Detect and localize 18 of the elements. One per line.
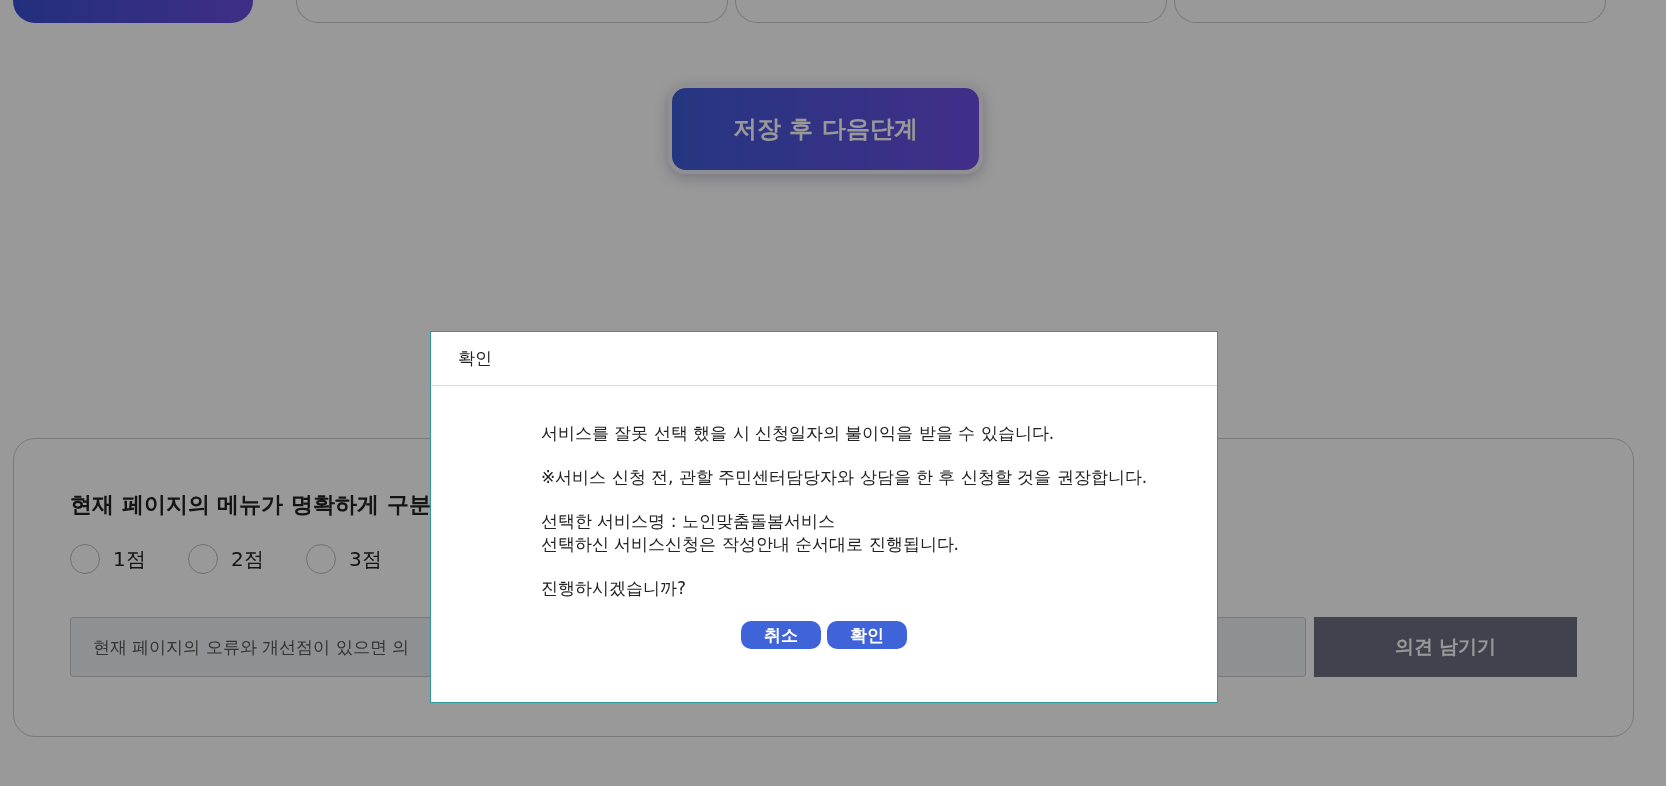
dialog-message: 진행하시겠습니까? — [541, 577, 688, 600]
dialog-title: 확인 — [458, 347, 492, 370]
submit-feedback-button[interactable]: 의견 남기기 — [1314, 617, 1577, 677]
radio-button[interactable] — [306, 544, 336, 574]
rating-label: 3점 — [349, 545, 382, 573]
dialog-message: 선택하신 서비스신청은 작성안내 순서대로 진행됩니다. — [541, 533, 961, 556]
save-next-button[interactable]: 저장 후 다음단계 — [668, 84, 983, 174]
dialog-message: ※서비스 신청 전, 관할 주민센터담당자와 상담을 한 후 신청할 것을 권장합니다. — [541, 466, 1149, 489]
dialog-message: 선택한 서비스명 : 노인맞춤돌봄서비스 — [541, 510, 836, 533]
dialog-message: 서비스를 잘못 선택 했을 시 신청일자의 불이익을 받을 수 있습니다. — [541, 422, 1056, 445]
survey-question: 현재 페이지의 메뉴가 명확하게 구분 — [70, 491, 432, 519]
step-tab[interactable] — [13, 0, 253, 23]
dialog-button[interactable]: 취소 — [741, 621, 821, 649]
rating-label: 1점 — [113, 545, 146, 573]
radio-button[interactable] — [188, 544, 218, 574]
radio-button[interactable] — [70, 544, 100, 574]
rating-label: 2점 — [231, 545, 264, 573]
dialog-button[interactable]: 확인 — [827, 621, 907, 649]
